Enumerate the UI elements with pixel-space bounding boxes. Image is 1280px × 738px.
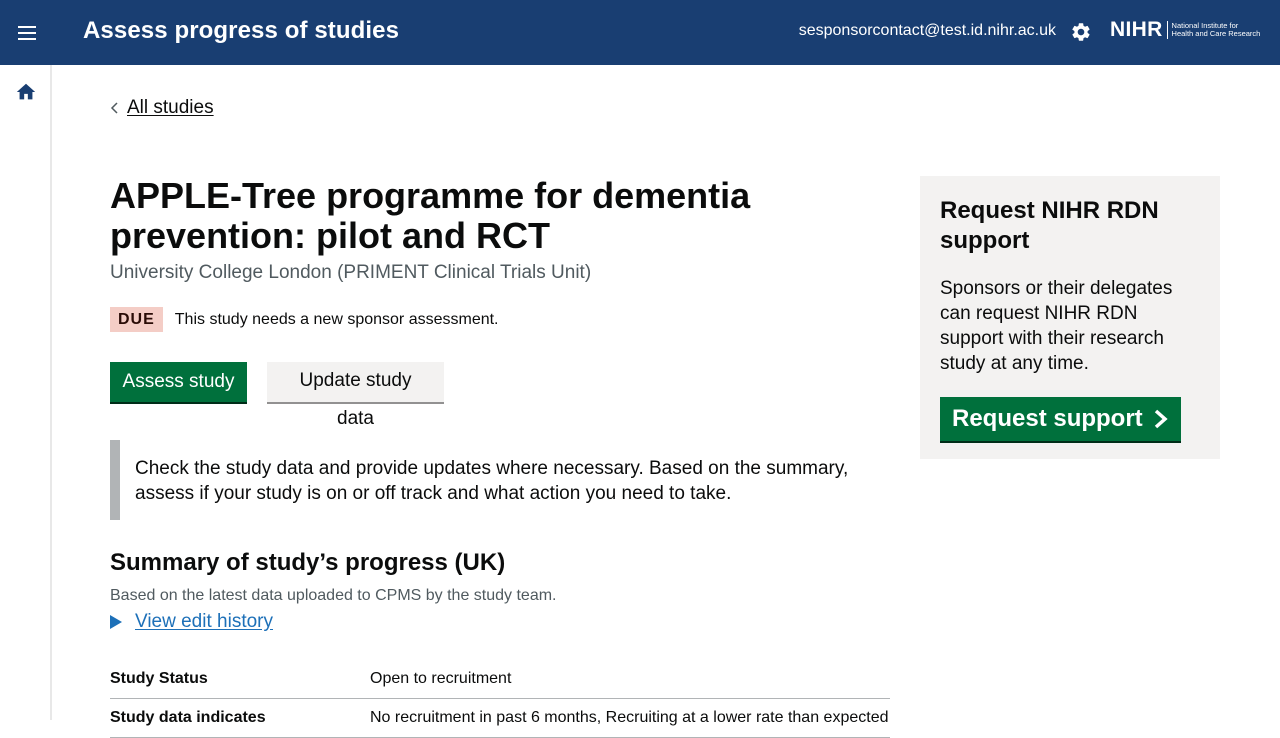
panel-title: Request NIHR RDN support xyxy=(940,197,1159,254)
request-support-label: Request support xyxy=(952,405,1143,432)
panel-text: Sponsors or their delegates can request … xyxy=(940,278,1173,374)
status-row: DUE This study needs a new sponsor asses… xyxy=(110,307,499,332)
chevron-left-icon xyxy=(110,102,118,114)
update-study-data-button[interactable]: Update study data xyxy=(267,362,444,429)
view-edit-history-link[interactable]: View edit history xyxy=(135,611,273,633)
triangle-right-icon xyxy=(110,615,122,629)
page-title: APPLE-Tree programme for dementia preven… xyxy=(110,175,751,256)
summary-key: Study data indicates xyxy=(110,709,266,726)
gear-icon[interactable] xyxy=(1070,21,1092,43)
assess-study-button[interactable]: Assess study xyxy=(110,362,247,402)
back-link[interactable]: All studies xyxy=(110,97,214,119)
logo-mark: NIHR xyxy=(1110,18,1163,41)
summary-row: Study data indicates No recruitment in p… xyxy=(110,699,890,738)
site-header: Assess progress of studies sesponsorcont… xyxy=(0,0,1280,65)
status-badge: DUE xyxy=(110,307,163,332)
summary-value: Open to recruitment xyxy=(370,670,512,687)
summary-value: No recruitment in past 6 months, Recruit… xyxy=(370,709,889,726)
hamburger-menu-icon[interactable] xyxy=(14,22,40,44)
summary-list: Study Status Open to recruitment Study d… xyxy=(110,660,890,738)
home-icon[interactable] xyxy=(15,81,37,103)
all-studies-link[interactable]: All studies xyxy=(127,97,214,119)
logo-text: National Institute for Health and Care R… xyxy=(1172,22,1272,38)
nihr-logo: NIHR National Institute for Health and C… xyxy=(1110,18,1272,42)
logo-text-line2: Health and Care Research xyxy=(1171,29,1261,38)
chevron-right-icon xyxy=(1154,409,1168,429)
side-rail xyxy=(0,65,52,720)
inset-text: Check the study data and provide updates… xyxy=(110,440,850,520)
app-title: Assess progress of studies xyxy=(83,17,400,44)
logo-divider xyxy=(1166,21,1168,39)
user-email: sesponsorcontact@test.id.nihr.ac.uk xyxy=(798,22,1056,39)
request-support-panel: Request NIHR RDN support Sponsors or the… xyxy=(920,176,1220,459)
request-support-button[interactable]: Request support xyxy=(940,397,1181,441)
summary-row: Study Status Open to recruitment xyxy=(110,660,890,699)
summary-subtitle: Based on the latest data uploaded to CPM… xyxy=(110,587,557,604)
status-text: This study needs a new sponsor assessmen… xyxy=(174,310,499,328)
study-organisation: University College London (PRIMENT Clini… xyxy=(110,262,592,283)
summary-heading: Summary of study’s progress (UK) xyxy=(110,549,506,576)
summary-key: Study Status xyxy=(110,670,208,687)
edit-history-details[interactable]: View edit history xyxy=(110,611,273,633)
